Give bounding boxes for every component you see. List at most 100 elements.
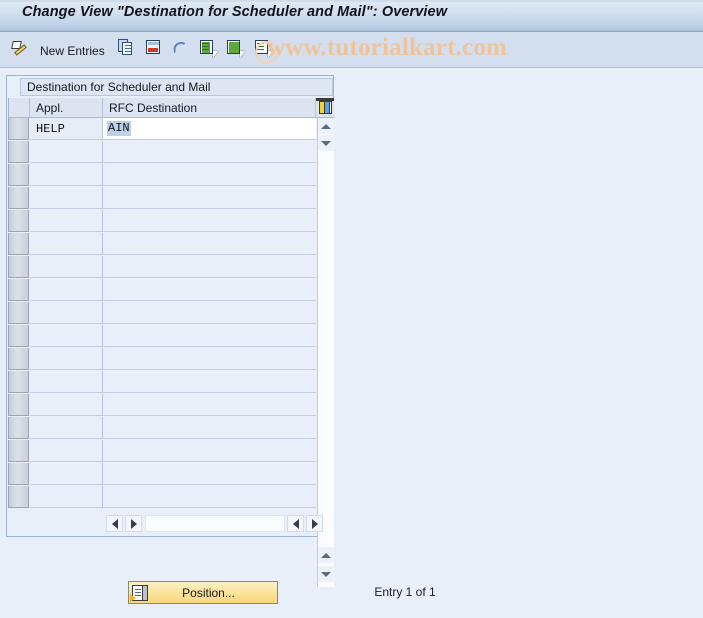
table-row[interactable]	[8, 486, 316, 509]
position-button[interactable]: Position...	[128, 581, 278, 604]
row-select-button[interactable]	[8, 371, 29, 393]
new-entries-button[interactable]: New Entries	[40, 40, 105, 61]
cell-appl[interactable]	[30, 302, 103, 324]
scroll-right-secondary-icon[interactable]	[306, 515, 323, 532]
table-row[interactable]: HELP AIN	[8, 118, 316, 141]
column-header-appl[interactable]: Appl.	[30, 98, 103, 118]
cell-appl[interactable]	[30, 256, 103, 278]
cell-rfc-destination[interactable]	[103, 256, 316, 278]
horizontal-scroll-track[interactable]	[145, 515, 285, 532]
table-row[interactable]	[8, 394, 316, 417]
cell-rfc-destination[interactable]	[103, 233, 316, 255]
undo-icon[interactable]	[171, 39, 190, 57]
scroll-left-secondary-icon[interactable]	[287, 515, 304, 532]
cell-rfc-destination[interactable]	[103, 164, 316, 186]
cell-appl[interactable]	[30, 371, 103, 393]
application-toolbar: New Entries	[0, 32, 703, 68]
table-row[interactable]	[8, 325, 316, 348]
cell-appl[interactable]	[30, 279, 103, 301]
page-title: Change View "Destination for Scheduler a…	[22, 4, 448, 20]
cell-rfc-destination[interactable]	[103, 417, 316, 439]
cell-rfc-destination[interactable]	[103, 210, 316, 232]
table-control: Destination for Scheduler and Mail Appl.…	[6, 75, 334, 587]
cell-appl[interactable]	[30, 164, 103, 186]
new-entries-label: New Entries	[40, 43, 105, 58]
deselect-all-icon[interactable]	[254, 39, 273, 58]
cell-appl[interactable]	[30, 394, 103, 416]
row-select-button[interactable]	[8, 417, 29, 439]
cell-rfc-destination[interactable]	[103, 348, 316, 370]
scroll-right-icon[interactable]	[125, 515, 142, 532]
display-change-button[interactable]	[11, 40, 34, 61]
table-row[interactable]	[8, 463, 316, 486]
cell-rfc-destination[interactable]	[103, 279, 316, 301]
row-select-button[interactable]	[8, 141, 29, 163]
table-row[interactable]	[8, 440, 316, 463]
table-row[interactable]	[8, 210, 316, 233]
row-select-button[interactable]	[8, 440, 29, 462]
row-select-button[interactable]	[8, 256, 29, 278]
table-row[interactable]	[8, 279, 316, 302]
scroll-down-icon[interactable]	[318, 135, 334, 151]
row-select-button[interactable]	[8, 394, 29, 416]
cell-appl[interactable]	[30, 233, 103, 255]
column-header-rfc-destination[interactable]: RFC Destination	[103, 98, 316, 118]
scroll-page-down-icon[interactable]	[318, 566, 334, 582]
table-row[interactable]	[8, 371, 316, 394]
table-row[interactable]	[8, 256, 316, 279]
entry-status-text: Entry 1 of 1	[374, 585, 436, 599]
cell-rfc-destination[interactable]	[103, 371, 316, 393]
table-row[interactable]	[8, 417, 316, 440]
cell-rfc-destination[interactable]	[103, 141, 316, 163]
table-caption: Destination for Scheduler and Mail	[20, 78, 333, 96]
table-header-row: Appl. RFC Destination	[8, 98, 334, 118]
cell-appl[interactable]	[30, 187, 103, 209]
table-settings-icon[interactable]	[316, 98, 334, 118]
row-select-button[interactable]	[8, 302, 29, 324]
row-select-button[interactable]	[8, 348, 29, 370]
row-select-button[interactable]	[8, 210, 29, 232]
row-select-button[interactable]	[8, 325, 29, 347]
delete-icon[interactable]	[145, 39, 162, 57]
cell-appl[interactable]	[30, 440, 103, 462]
row-select-button[interactable]	[8, 486, 29, 508]
row-select-button[interactable]	[8, 463, 29, 485]
cell-appl[interactable]	[30, 348, 103, 370]
row-select-button[interactable]	[8, 118, 29, 140]
row-select-button[interactable]	[8, 164, 29, 186]
table-row[interactable]	[8, 187, 316, 210]
copy-icon[interactable]	[118, 39, 135, 57]
cell-appl[interactable]	[30, 486, 103, 508]
cell-appl[interactable]	[30, 141, 103, 163]
scroll-up-icon[interactable]	[318, 118, 334, 134]
rfc-destination-input[interactable]: AIN	[107, 121, 131, 136]
horizontal-scroll-row	[8, 513, 334, 537]
window-title-bar: Change View "Destination for Scheduler a…	[0, 0, 703, 32]
cell-appl[interactable]	[30, 417, 103, 439]
table-row[interactable]	[8, 164, 316, 187]
cell-appl[interactable]: HELP	[30, 118, 103, 140]
row-select-button[interactable]	[8, 279, 29, 301]
row-select-button[interactable]	[8, 187, 29, 209]
cell-rfc-destination[interactable]	[103, 187, 316, 209]
select-block-icon[interactable]	[227, 39, 246, 58]
row-select-button[interactable]	[8, 233, 29, 255]
table-row[interactable]	[8, 141, 316, 164]
table-row[interactable]	[8, 233, 316, 256]
table-row[interactable]	[8, 302, 316, 325]
cell-rfc-destination[interactable]	[103, 302, 316, 324]
scroll-page-up-icon[interactable]	[318, 547, 334, 563]
cell-rfc-destination[interactable]: AIN	[103, 118, 316, 140]
select-all-icon[interactable]	[200, 39, 219, 58]
cell-appl[interactable]	[30, 210, 103, 232]
cell-appl[interactable]	[30, 463, 103, 485]
cell-rfc-destination[interactable]	[103, 440, 316, 462]
scroll-left-icon[interactable]	[106, 515, 123, 532]
cell-rfc-destination[interactable]	[103, 463, 316, 485]
select-all-column-header[interactable]	[8, 98, 30, 118]
cell-rfc-destination[interactable]	[103, 486, 316, 508]
cell-appl[interactable]	[30, 325, 103, 347]
table-row[interactable]	[8, 348, 316, 371]
cell-rfc-destination[interactable]	[103, 394, 316, 416]
cell-rfc-destination[interactable]	[103, 325, 316, 347]
